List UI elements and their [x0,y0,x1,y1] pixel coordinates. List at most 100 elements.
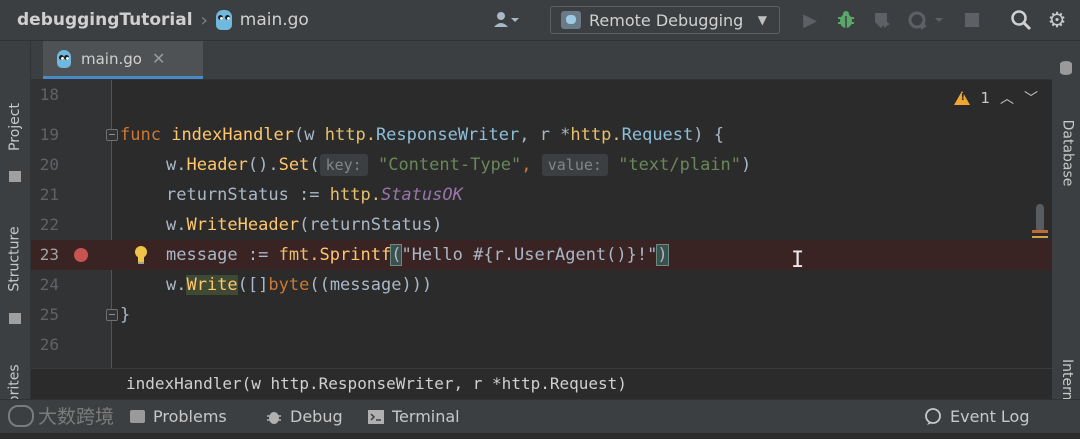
fold-toggle-icon[interactable] [106,309,118,321]
watermark-text: 大数跨境 [38,406,115,428]
code-editor[interactable]: 18 19 func indexHandler(w http.ResponseW… [31,80,1052,368]
terminal-label: Terminal [392,407,460,426]
breadcrumb-function[interactable]: indexHandler(w http.ResponseWriter, r *h… [126,369,627,399]
code-line-breakpoint[interactable]: 23 message := fmt.Sprintf("Hello #{r.Use… [31,240,1052,270]
line-number: 22 [39,215,59,234]
debug-tool-button[interactable]: Debug [266,400,343,433]
breakpoint-icon[interactable] [74,248,88,262]
user-icon [494,12,519,27]
code-line[interactable]: 18 [31,80,1052,110]
go-remote-icon [561,11,581,29]
run-icon: ▶ [803,9,817,31]
right-tool-strip: Database Internal [1051,41,1080,413]
lightbulb-icon[interactable] [133,245,149,265]
line-number: 26 [39,335,59,354]
code-text: func indexHandler(w http.ResponseWriter,… [120,125,724,145]
watermark: 大数跨境 [8,399,114,432]
text-cursor-icon: I [791,248,805,273]
code-text: w.Write([]byte((message))) [166,275,433,295]
line-number: 18 [39,85,59,104]
warning-icon [954,91,971,105]
problems-tool-button[interactable]: Problems [130,400,227,433]
inspection-widget[interactable]: 1 ︿ ﹀ [954,88,1038,108]
fold-toggle-icon[interactable] [106,129,118,141]
structure-tool-label: Structure [7,226,24,292]
code-text: returnStatus := http.StatusOK [166,185,463,205]
parameter-hint: key: [319,154,368,176]
line-number: 24 [39,275,59,294]
problems-label: Problems [153,407,227,426]
terminal-icon [368,409,384,424]
current-file-name[interactable]: main.go [240,10,309,30]
go-file-icon [215,10,232,30]
chevron-up-icon[interactable]: ︿ [1000,88,1014,108]
editor-tab-bar: main.go ✕ [31,41,1052,80]
debug-button[interactable] [832,0,860,40]
code-text: w.WriteHeader(returnStatus) [166,215,443,235]
code-text: } [120,305,131,325]
debug-icon [267,411,281,424]
left-tool-strip: Project Structure Favorites [0,41,31,428]
go-file-icon [57,49,71,68]
tool-window-bar: Problems Debug Terminal Event Log [0,399,1080,433]
search-everywhere-button[interactable] [1006,0,1036,40]
code-line[interactable]: 22 w.WriteHeader(returnStatus) [31,210,1052,240]
close-icon[interactable]: ✕ [152,49,165,68]
stop-icon [965,13,979,27]
coverage-button[interactable] [868,0,896,40]
code-line[interactable]: 26 [31,330,1052,360]
code-line[interactable]: 19 func indexHandler(w http.ResponseWrit… [31,120,1052,150]
event-log-icon [925,407,941,425]
event-log-button[interactable]: Event Log [924,400,1030,433]
chevron-down-icon[interactable]: ﹀ [1024,88,1038,108]
structure-tool-tab[interactable]: Structure [0,211,30,307]
code-line[interactable]: 21 returnStatus := http.StatusOK [31,180,1052,210]
code-text: w.Header().Set(key: "Content-Type", valu… [166,154,752,176]
problems-icon [130,410,145,423]
editor-scrollbar[interactable] [1036,204,1044,232]
warning-count: 1 [980,89,990,107]
line-number: 23 [39,245,59,264]
folder-icon [9,171,21,182]
tab-main-go[interactable]: main.go ✕ [43,41,203,79]
run-configuration-select[interactable]: Remote Debugging ▼ [550,6,780,34]
run-button[interactable]: ▶ [796,0,824,40]
warning-stripe-marker[interactable] [1032,230,1048,233]
main-toolbar: debuggingTutorial › main.go Remote Debug… [0,0,1080,41]
settings-button[interactable]: ⚙ [1042,0,1072,40]
stop-button[interactable] [960,0,984,40]
line-number: 20 [39,155,59,174]
tab-label: main.go [81,49,142,68]
code-text: message := fmt.Sprintf("Hello #{r.UserAg… [166,244,669,266]
project-tool-label: Project [7,103,23,151]
search-icon [1011,10,1032,31]
structure-icon [9,313,21,324]
code-line[interactable]: 20 w.Header().Set(key: "Content-Type", v… [31,150,1052,180]
terminal-tool-button[interactable]: Terminal [368,400,460,433]
debug-label: Debug [290,407,343,426]
project-name[interactable]: debuggingTutorial [17,10,193,30]
database-tool-label: Database [1059,119,1075,187]
user-menu-button[interactable] [486,0,528,40]
parameter-hint: value: [541,154,608,176]
chevron-down-icon: ▼ [757,13,767,27]
gear-icon: ⚙ [1047,8,1067,32]
database-tool-tab[interactable]: Database [1052,103,1080,203]
coverage-icon [875,13,890,28]
event-log-label: Event Log [950,407,1030,426]
code-line[interactable]: 24 w.Write([]byte((message))) [31,270,1052,300]
debug-icon [838,11,854,28]
run-configuration-label: Remote Debugging [589,10,744,30]
warning-stripe-marker[interactable] [1032,236,1048,238]
line-number: 19 [39,125,59,144]
code-line[interactable]: 25 } [31,300,1052,330]
line-number: 25 [39,305,59,324]
line-number: 21 [39,185,59,204]
watermark-logo-icon [8,404,34,427]
navigation-bar: debuggingTutorial › main.go [17,10,309,31]
database-icon [1060,61,1072,75]
profile-button[interactable] [904,0,948,40]
project-tool-tab[interactable]: Project [0,87,30,167]
editor-breadcrumb[interactable]: indexHandler(w http.ResponseWriter, r *h… [31,368,1052,400]
profile-icon [908,11,943,30]
